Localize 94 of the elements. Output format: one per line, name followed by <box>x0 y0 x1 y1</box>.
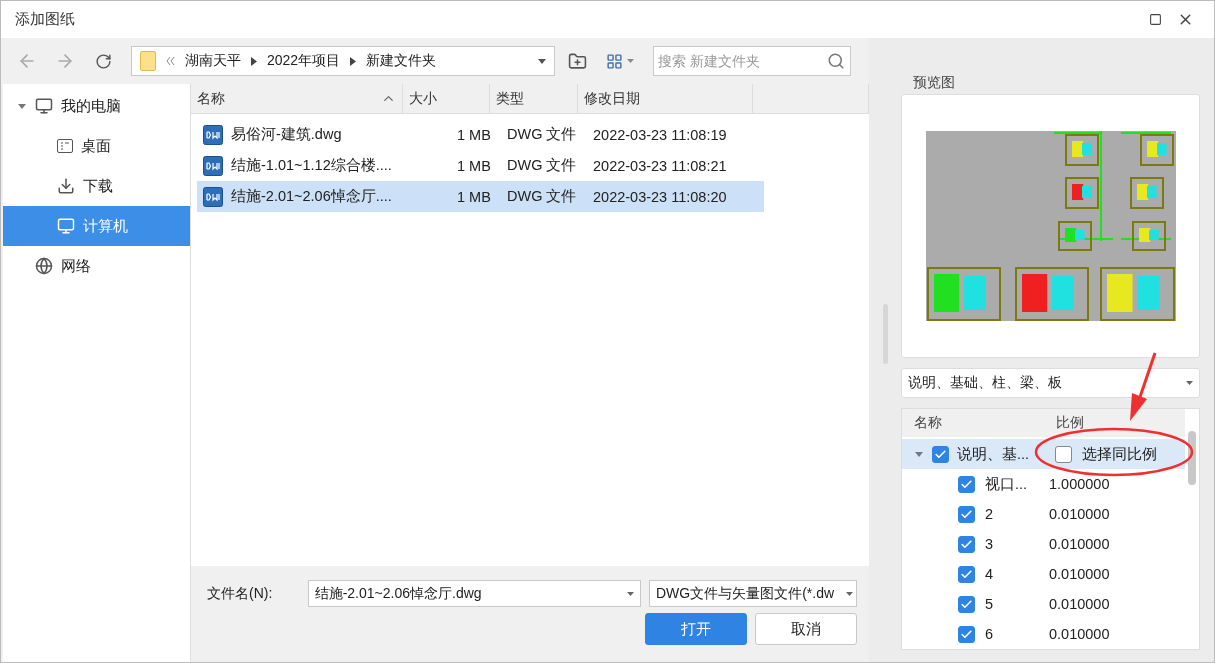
layer-dropdown[interactable]: 说明、基础、柱、梁、板 <box>901 368 1200 398</box>
file-size: 1 MB <box>456 126 492 143</box>
file-size: 1 MB <box>456 157 492 174</box>
breadcrumb-arrow-icon <box>251 56 257 66</box>
layer-name: 3 <box>985 536 995 552</box>
breadcrumb-arrow-icon <box>350 56 357 66</box>
open-button[interactable]: 打开 <box>645 613 747 645</box>
file-type: DWG 文件 <box>506 156 578 175</box>
file-date: 2022-03-23 11:08:19 <box>592 126 728 143</box>
caret-icon <box>626 591 634 596</box>
filetype-dropdown[interactable]: DWG文件与矢量图文件(*.dw <box>648 580 857 607</box>
globe-icon <box>35 257 53 275</box>
file-row[interactable]: 结施-2.01~2.06悼念厅.... 1 MB DWG 文件 2022-03-23 11:08:20 <box>197 181 764 212</box>
sidebar-item[interactable]: 下载 <box>3 166 190 206</box>
check-icon <box>960 597 973 611</box>
window-title: 添加图纸 <box>15 10 76 29</box>
folder-plus-icon <box>567 51 587 71</box>
layer-scale: 0.010000 <box>1049 626 1110 642</box>
file-date: 2022-03-23 11:08:21 <box>592 157 728 174</box>
cancel-button[interactable]: 取消 <box>755 613 857 645</box>
dwg-file-icon <box>203 186 223 207</box>
file-name: 易俗河-建筑.dwg <box>231 125 342 144</box>
checkbox[interactable] <box>958 625 975 643</box>
layer-name: 6 <box>985 626 995 642</box>
checkbox[interactable] <box>932 445 949 463</box>
scrollbar-thumb[interactable] <box>1188 431 1196 485</box>
layer-scale: 0.010000 <box>1049 536 1110 552</box>
column-header: 比例 <box>1056 414 1085 432</box>
layer-name: 2 <box>985 506 995 522</box>
check-icon <box>960 477 973 491</box>
address-bar[interactable]: 湖南天平 2022年项目 新建文件夹 <box>131 46 555 76</box>
filename-label: 文件名(N): <box>207 584 274 603</box>
check-icon <box>960 567 973 581</box>
double-chevron-icon <box>166 56 175 66</box>
monitor-icon <box>57 217 75 235</box>
file-type: DWG 文件 <box>506 187 578 206</box>
file-type: DWG 文件 <box>506 125 578 144</box>
sidebar-item[interactable]: 我的电脑 <box>3 86 190 126</box>
dropdown-arrow-icon[interactable] <box>538 58 546 64</box>
search-icon[interactable] <box>827 52 845 70</box>
tree-row[interactable]: 说明、基... 选择同比例 <box>902 439 1185 469</box>
check-icon <box>934 447 947 461</box>
refresh-icon <box>94 52 112 70</box>
layer-scale: 0.010000 <box>1049 506 1110 522</box>
download-icon <box>57 177 75 195</box>
column-header: 名称 <box>914 414 943 432</box>
breadcrumb-item[interactable]: 湖南天平 <box>185 52 241 70</box>
filename-field[interactable]: 结施-2.01~2.06悼念厅.dwg <box>307 580 641 607</box>
expand-arrow-icon[interactable] <box>914 449 924 459</box>
checkbox[interactable] <box>958 475 975 493</box>
maximize-icon <box>1148 13 1162 26</box>
layer-scale: 0.010000 <box>1049 596 1110 612</box>
breadcrumb-item[interactable]: 新建文件夹 <box>366 52 437 70</box>
layer-name: 视口... <box>985 474 1029 494</box>
check-icon <box>960 537 973 551</box>
annotation-arrow <box>1130 352 1157 421</box>
grid-icon <box>606 52 623 70</box>
layer-scale: 0.010000 <box>1049 566 1110 582</box>
caret-icon <box>846 591 853 596</box>
expand-arrow-icon[interactable] <box>17 101 27 111</box>
monitor-icon <box>35 97 53 115</box>
desktop-icon <box>57 139 73 153</box>
file-name: 结施-1.01~1.12综合楼.... <box>231 156 392 175</box>
layer-name: 4 <box>985 566 995 582</box>
layer-name: 5 <box>985 596 995 612</box>
preview-label: 预览图 <box>913 74 956 92</box>
file-date: 2022-03-23 11:08:20 <box>592 188 728 205</box>
column-header[interactable]: 修改日期 <box>578 84 753 113</box>
file-row[interactable]: 易俗河-建筑.dwg 1 MB DWG 文件 2022-03-23 11:08:19 <box>197 119 764 150</box>
dwg-file-icon <box>203 155 223 176</box>
same-scale-label: 选择同比例 <box>1082 444 1157 464</box>
dwg-file-icon <box>203 124 223 145</box>
caret-icon <box>1186 381 1193 386</box>
caret-icon <box>627 59 634 63</box>
breadcrumb-item[interactable]: 2022年项目 <box>267 52 341 70</box>
checkbox[interactable] <box>958 535 975 553</box>
folder-icon <box>140 51 156 71</box>
checkbox[interactable] <box>958 505 975 523</box>
layer-name: 说明、基... <box>957 444 1031 464</box>
search-field[interactable]: 搜索 新建文件夹 <box>653 46 851 76</box>
column-header[interactable]: 名称 <box>191 84 403 113</box>
file-row[interactable]: 结施-1.01~1.12综合楼.... 1 MB DWG 文件 2022-03-23 11:08:21 <box>197 150 764 181</box>
file-name: 结施-2.01~2.06悼念厅.... <box>231 187 392 206</box>
column-header[interactable]: 类型 <box>490 84 578 113</box>
check-icon <box>960 507 973 521</box>
sidebar-item[interactable]: 网络 <box>3 246 190 286</box>
sidebar-item[interactable]: 桌面 <box>3 126 190 166</box>
checkbox[interactable] <box>1055 445 1072 463</box>
layer-scale: 1.000000 <box>1049 476 1110 492</box>
checkbox[interactable] <box>958 565 975 583</box>
column-header[interactable]: 大小 <box>403 84 490 113</box>
check-icon <box>960 627 973 641</box>
file-size: 1 MB <box>456 188 492 205</box>
checkbox[interactable] <box>958 595 975 613</box>
